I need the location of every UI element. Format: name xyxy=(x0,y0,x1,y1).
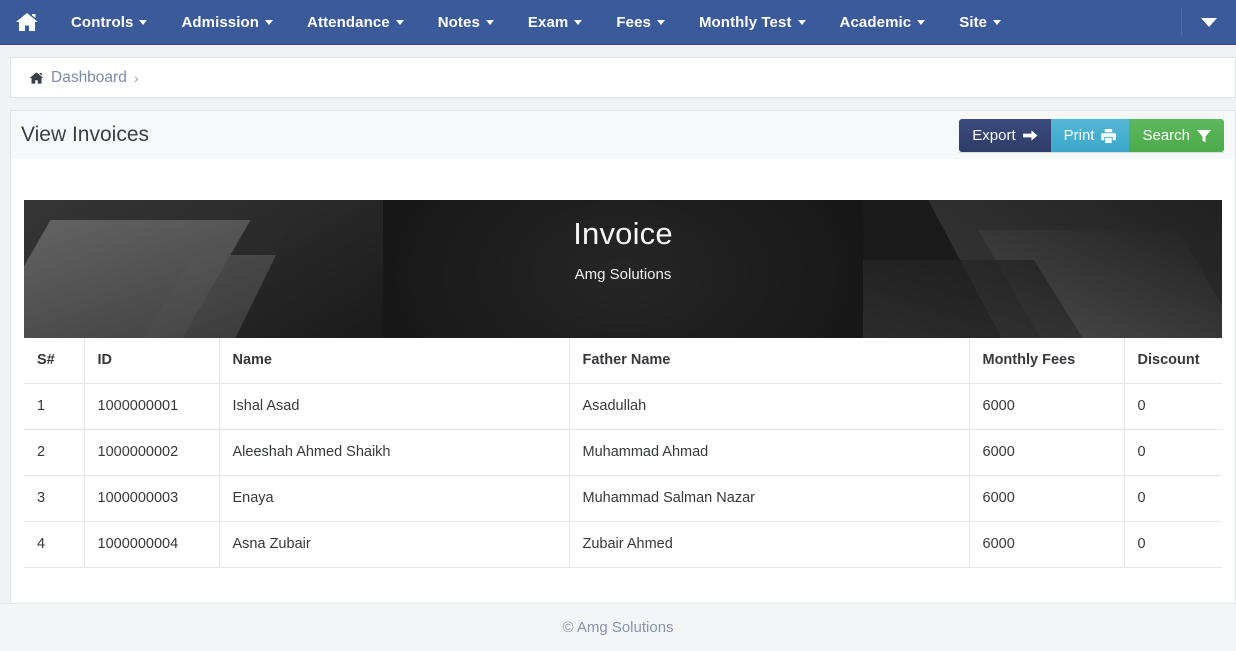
cell-name: Enaya xyxy=(218,475,570,522)
nav-item-site[interactable]: Site xyxy=(942,0,1018,44)
nav-item-notes[interactable]: Notes xyxy=(421,0,511,44)
caret-down-icon xyxy=(265,19,274,25)
filter-icon xyxy=(1197,129,1211,143)
nav-item-monthly-test[interactable]: Monthly Test xyxy=(682,0,823,44)
nav-label: Academic xyxy=(839,13,912,31)
table-row[interactable]: 1 1000000001 Ishal Asad Asadullah 6000 0 xyxy=(24,383,1222,430)
invoice-table-body: 1 1000000001 Ishal Asad Asadullah 6000 0… xyxy=(24,383,1222,568)
cell-discount: 0 xyxy=(1123,475,1222,522)
table-header-row: S# ID Name Father Name Monthly Fees Disc… xyxy=(24,338,1222,384)
table-row[interactable]: 3 1000000003 Enaya Muhammad Salman Nazar… xyxy=(24,475,1222,522)
cell-id: 1000000001 xyxy=(83,383,220,430)
home-icon xyxy=(15,11,39,33)
cell-name: Aleeshah Ahmed Shaikh xyxy=(218,429,570,476)
breadcrumb-item-dashboard[interactable]: Dashboard xyxy=(51,69,127,87)
invoice-banner-title: Invoice xyxy=(573,216,673,251)
banner-text-block: Invoice Amg Solutions xyxy=(24,200,1222,283)
content-panel: Invoice Amg Solutions S# ID Name Father … xyxy=(10,159,1236,608)
invoice-table: S# ID Name Father Name Monthly Fees Disc… xyxy=(24,338,1222,568)
printer-icon xyxy=(1101,128,1117,143)
cell-monthly-fees: 6000 xyxy=(968,475,1125,522)
search-button[interactable]: Search xyxy=(1129,119,1224,152)
cell-father-name: Muhammad Ahmad xyxy=(568,429,970,476)
page-footer: © Amg Solutions xyxy=(0,603,1236,651)
caret-down-icon xyxy=(993,19,1002,25)
print-button-label: Print xyxy=(1063,127,1095,144)
nav-label: Controls xyxy=(71,13,134,31)
nav-item-controls[interactable]: Controls xyxy=(54,0,164,44)
cell-father-name: Asadullah xyxy=(568,383,970,430)
nav-label: Admission xyxy=(181,13,260,31)
nav-item-attendance[interactable]: Attendance xyxy=(290,0,421,44)
navbar-home-button[interactable] xyxy=(0,0,54,44)
nav-label: Fees xyxy=(616,13,651,31)
nav-label: Attendance xyxy=(307,13,390,31)
navbar-user-menu-toggle[interactable] xyxy=(1182,0,1236,44)
cell-monthly-fees: 6000 xyxy=(968,383,1125,430)
table-row[interactable]: 4 1000000004 Asna Zubair Zubair Ahmed 60… xyxy=(24,521,1222,568)
nav-item-exam[interactable]: Exam xyxy=(511,0,599,44)
caret-down-icon xyxy=(917,19,926,25)
cell-name: Ishal Asad xyxy=(218,383,570,430)
cell-sn: 1 xyxy=(24,383,85,430)
cell-id: 1000000003 xyxy=(83,475,220,522)
nav-label: Monthly Test xyxy=(698,13,792,31)
cell-id: 1000000004 xyxy=(83,521,220,568)
nav-item-academic[interactable]: Academic xyxy=(823,0,943,44)
main-navbar: Controls Admission Attendance Notes Exam… xyxy=(0,0,1236,45)
column-header-father-name[interactable]: Father Name xyxy=(568,338,970,384)
home-icon xyxy=(29,71,44,85)
export-button[interactable]: Export xyxy=(959,119,1051,152)
invoice-banner: Invoice Amg Solutions xyxy=(24,200,1222,338)
column-header-sn[interactable]: S# xyxy=(24,338,85,384)
nav-item-admission[interactable]: Admission xyxy=(164,0,290,44)
cell-monthly-fees: 6000 xyxy=(968,429,1125,476)
caret-down-icon xyxy=(395,19,404,25)
page-title: View Invoices xyxy=(21,123,150,146)
search-button-label: Search xyxy=(1142,127,1190,144)
caret-down-icon xyxy=(485,19,494,25)
cell-father-name: Zubair Ahmed xyxy=(568,521,970,568)
page-header: View Invoices Export Print Search xyxy=(10,110,1236,159)
cell-discount: 0 xyxy=(1123,521,1222,568)
column-header-name[interactable]: Name xyxy=(218,338,570,384)
cell-name: Asna Zubair xyxy=(218,521,570,568)
caret-down-icon xyxy=(797,19,806,25)
cell-id: 1000000002 xyxy=(83,429,220,476)
column-header-id[interactable]: ID xyxy=(83,338,220,384)
arrow-right-icon xyxy=(1022,129,1038,142)
table-row[interactable]: 2 1000000002 Aleeshah Ahmed Shaikh Muham… xyxy=(24,429,1222,476)
chevron-down-icon xyxy=(1201,17,1217,27)
cell-discount: 0 xyxy=(1123,429,1222,476)
invoice-card: Invoice Amg Solutions S# ID Name Father … xyxy=(24,200,1222,568)
nav-item-fees[interactable]: Fees xyxy=(599,0,682,44)
invoice-banner-subtitle: Amg Solutions xyxy=(574,266,672,283)
invoice-table-head: S# ID Name Father Name Monthly Fees Disc… xyxy=(24,338,1222,384)
cell-sn: 4 xyxy=(24,521,85,568)
cell-sn: 3 xyxy=(24,475,85,522)
nav-label: Notes xyxy=(437,13,480,31)
breadcrumb: Dashboard › xyxy=(10,57,1236,98)
column-header-monthly-fees[interactable]: Monthly Fees xyxy=(968,338,1125,384)
cell-sn: 2 xyxy=(24,429,85,476)
print-button[interactable]: Print xyxy=(1050,119,1130,152)
page-action-buttons: Export Print Search xyxy=(959,119,1224,152)
cell-discount: 0 xyxy=(1123,383,1222,430)
caret-down-icon xyxy=(574,19,583,25)
footer-copyright: © Amg Solutions xyxy=(562,619,674,636)
nav-label: Exam xyxy=(527,13,569,31)
caret-down-icon xyxy=(139,19,148,25)
breadcrumb-separator: › xyxy=(133,69,139,86)
export-button-label: Export xyxy=(972,127,1016,144)
nav-label: Site xyxy=(959,13,988,31)
navbar-spacer xyxy=(1018,0,1181,44)
cell-father-name: Muhammad Salman Nazar xyxy=(568,475,970,522)
caret-down-icon xyxy=(656,19,665,25)
column-header-discount[interactable]: Discount xyxy=(1123,338,1222,384)
cell-monthly-fees: 6000 xyxy=(968,521,1125,568)
